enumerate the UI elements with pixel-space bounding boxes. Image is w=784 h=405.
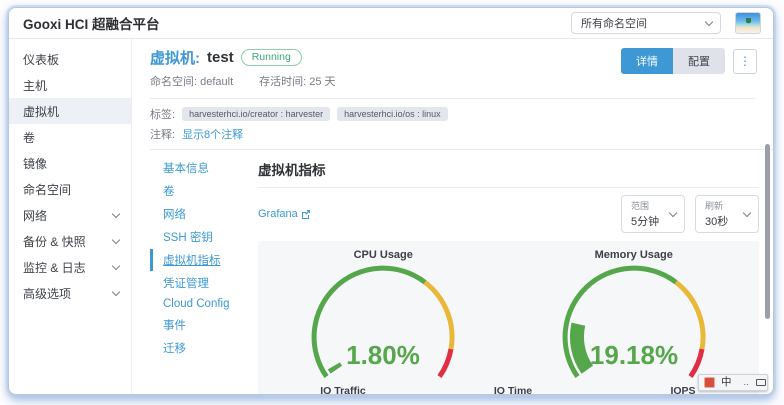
gauge-panel: CPU Usage 1.80% [258,249,509,379]
labels-label: 标签: [150,106,175,122]
sidebar-item-label: 命名空间 [23,181,71,198]
chart-title: IO Time [428,385,598,394]
ime-toolbar[interactable]: 中 ‥ [698,374,768,391]
chevron-down-icon [669,209,677,217]
namespace-filter-value: 所有命名空间 [581,15,647,31]
external-link-icon [301,209,311,219]
topbar-controls: 所有命名空间 [571,12,761,34]
annotations-label: 注释: [150,126,175,142]
config-button[interactable]: 配置 [673,48,725,74]
timeseries-panel: IO Time2 ms1.50 ms1 ms [428,379,598,394]
gauge-title: CPU Usage [258,249,509,261]
namespace-meta: 命名空间: default [150,73,233,89]
ime-language-indicator[interactable]: 中 [721,377,732,388]
ime-logo-icon[interactable] [704,377,715,388]
detail-tab[interactable]: 事件 [150,314,248,336]
status-badge: Running [241,49,302,66]
gauge-chart: 1.80% [273,261,493,379]
charts-row: IO Traffic5 kB/s4 kB/s3 kB/sIO Time2 ms1… [258,379,759,394]
detail-tab[interactable]: 网络 [150,203,248,225]
detail-tab[interactable]: 迁移 [150,337,248,359]
refresh-select[interactable]: 刷新 30秒 [695,195,759,233]
sidebar-item[interactable]: 备份 & 快照 [9,228,131,254]
detail-tab[interactable]: 凭证管理 [150,272,248,294]
range-select[interactable]: 范围 5分钟 [621,195,685,233]
user-avatar[interactable] [735,12,761,34]
resource-type-link[interactable]: 虚拟机: [150,47,200,68]
sidebar-item[interactable]: 镜像 [9,150,131,176]
metrics-panel: CPU Usage 1.80% Memory Usage 19.18% IO Traf… [258,241,759,394]
sidebar-item-label: 仪表板 [23,51,59,68]
gauge-chart: 19.18% [524,261,744,379]
gauge-panel: Memory Usage 19.18% [509,249,760,379]
detail-tab[interactable]: 卷 [150,180,248,202]
sidebar-item[interactable]: 监控 & 日志 [9,254,131,280]
sidebar-item-label: 虚拟机 [23,103,59,120]
chevron-down-icon [112,287,120,295]
show-annotations-link[interactable]: 显示8个注释 [182,126,243,142]
gauges-row: CPU Usage 1.80% Memory Usage 19.18% [258,249,759,379]
labels-row: 标签: harvesterhci.io/creator : harvesterh… [132,99,773,122]
svg-text:19.18%: 19.18% [590,340,678,370]
gauge-title: Memory Usage [509,249,760,261]
detail-tab[interactable]: 虚拟机指标 [150,249,248,271]
namespace-filter-select[interactable]: 所有命名空间 [571,12,721,34]
ime-keyboard-icon[interactable] [756,379,766,386]
top-bar: Gooxi HCI 超融合平台 所有命名空间 [9,8,773,39]
label-tag: harvesterhci.io/os : linux [337,107,448,121]
sidebar-item[interactable]: 命名空间 [9,176,131,202]
chevron-down-icon [705,18,713,26]
timeseries-panel: IO Traffic5 kB/s4 kB/s3 kB/s [258,379,428,394]
detail-tab-nav: 基本信息卷网络SSH 密钥虚拟机指标凭证管理Cloud Config事件迁移 [150,150,248,394]
ime-punctuation-icon[interactable]: ‥ [744,378,750,387]
metrics-content: 虚拟机指标 Grafana 范围 5分钟 [248,150,773,394]
detail-tab[interactable]: 基本信息 [150,157,248,179]
chart-title: IO Traffic [258,385,428,394]
detail-tab[interactable]: SSH 密钥 [150,226,248,248]
app-window: Gooxi HCI 超融合平台 所有命名空间 仪表板主机虚拟机卷镜像命名空间网络… [8,7,774,395]
scrollbar-thumb[interactable] [765,144,770,319]
age-meta: 存活时间: 25 天 [259,73,335,89]
range-select-label: 范围 [631,199,662,212]
range-select-value: 5分钟 [631,213,662,229]
sidebar-item[interactable]: 仪表板 [9,46,131,72]
sidebar-item[interactable]: 网络 [9,202,131,228]
header-actions: 详情 配置 ⋮ [621,48,757,74]
sidebar-item[interactable]: 虚拟机 [9,98,131,124]
metrics-title: 虚拟机指标 [258,150,759,188]
refresh-select-value: 30秒 [705,213,736,229]
sidebar-item[interactable]: 卷 [9,124,131,150]
more-actions-button[interactable]: ⋮ [733,49,757,74]
sidebar-item-label: 主机 [23,77,47,94]
label-tag: harvesterhci.io/creator : harvester [182,107,330,121]
sidebar-item-label: 网络 [23,207,47,224]
sidebar-item-label: 高级选项 [23,285,71,302]
chevron-down-icon [112,235,120,243]
sidebar-item[interactable]: 高级选项 [9,280,131,306]
main-area: 虚拟机: test Running 命名空间: default 存活时间: 25… [132,39,773,394]
sidebar-item-label: 备份 & 快照 [23,233,86,250]
chevron-down-icon [112,209,120,217]
detail-tab[interactable]: Cloud Config [150,295,248,313]
svg-text:1.80%: 1.80% [346,340,420,370]
tags-list: harvesterhci.io/creator : harvester harve… [182,107,448,121]
sidebar-nav: 仪表板主机虚拟机卷镜像命名空间网络备份 & 快照监控 & 日志高级选项 [9,39,132,394]
refresh-select-label: 刷新 [705,199,736,212]
detail-button[interactable]: 详情 [621,48,673,74]
grafana-link[interactable]: Grafana [258,208,311,220]
sidebar-item-label: 监控 & 日志 [23,259,86,276]
sidebar-item-label: 镜像 [23,155,47,172]
resource-name: test [207,49,234,66]
chevron-down-icon [112,261,120,269]
annotations-row: 注释: 显示8个注释 [132,122,773,149]
sidebar-item[interactable]: 主机 [9,72,131,98]
chevron-down-icon [743,209,751,217]
grafana-link-label: Grafana [258,208,298,220]
app-title: Gooxi HCI 超融合平台 [23,13,160,33]
sidebar-item-label: 卷 [23,129,35,146]
